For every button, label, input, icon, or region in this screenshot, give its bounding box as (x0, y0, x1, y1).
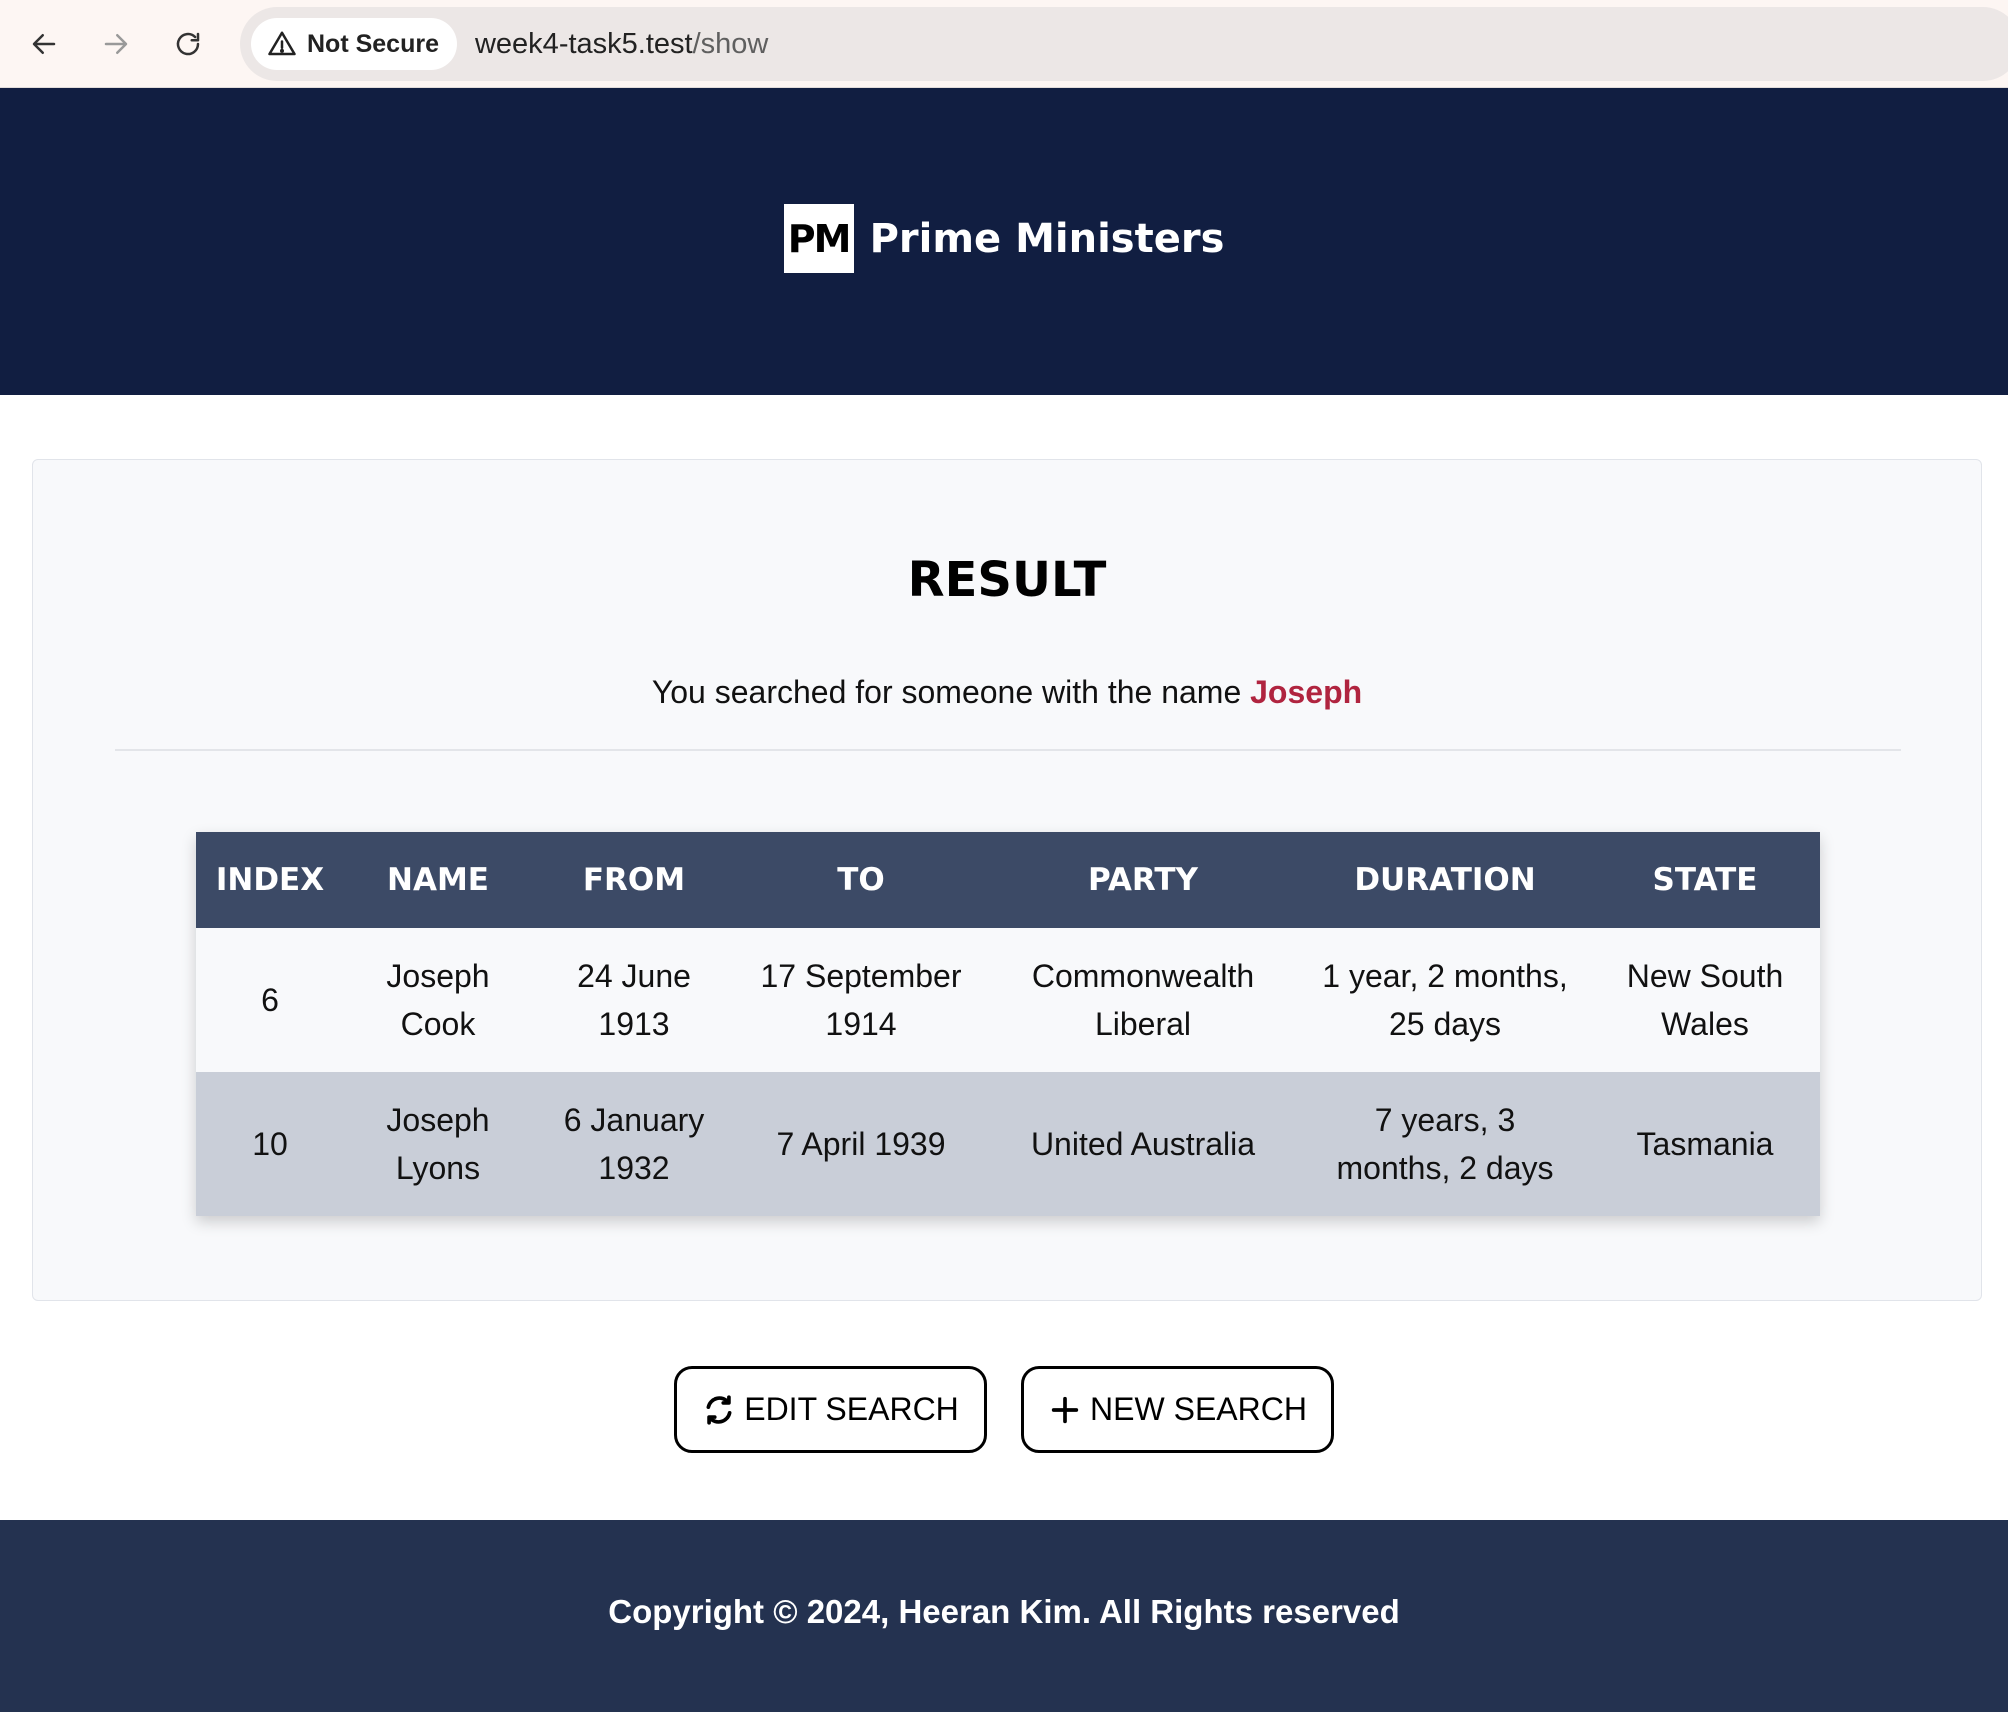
url-path: /show (692, 27, 769, 60)
edit-search-button[interactable]: EDIT SEARCH (674, 1366, 987, 1453)
cell-state: Tasmania (1590, 1072, 1820, 1216)
browser-toolbar: Not Secure week4-task5.test/show (0, 0, 2008, 88)
table-row: 6 Joseph Cook 24 June 1913 17 September … (196, 928, 1820, 1072)
action-buttons: EDIT SEARCH NEW SEARCH (0, 1366, 2008, 1453)
search-term: Joseph (1250, 674, 1363, 710)
edit-search-label: EDIT SEARCH (744, 1391, 959, 1427)
warning-triangle-icon (268, 31, 296, 56)
sync-icon (706, 1394, 732, 1425)
plus-icon (1051, 1396, 1079, 1423)
security-label: Not Secure (307, 29, 439, 58)
new-search-label: NEW SEARCH (1090, 1391, 1307, 1427)
brand-link[interactable]: PM Prime Ministers (783, 204, 1225, 273)
brand-logo: PM (783, 204, 854, 273)
cell-duration: 7 years, 3 months, 2 days (1300, 1072, 1590, 1216)
address-bar[interactable]: Not Secure week4-task5.test/show (240, 7, 2008, 81)
reload-button[interactable] (166, 22, 210, 66)
forward-button[interactable] (94, 22, 138, 66)
cell-to: 7 April 1939 (736, 1072, 986, 1216)
cell-party: United Australia (986, 1072, 1300, 1216)
cell-duration: 1 year, 2 months, 25 days (1300, 928, 1590, 1072)
column-header-from: FROM (532, 832, 736, 928)
table-header-row: INDEX NAME FROM TO PARTY DURATION STATE (196, 832, 1820, 928)
column-header-to: TO (736, 832, 986, 928)
back-button[interactable] (22, 22, 66, 66)
results-table: INDEX NAME FROM TO PARTY DURATION STATE … (196, 832, 1820, 1216)
column-header-name: NAME (344, 832, 532, 928)
column-header-duration: DURATION (1300, 832, 1590, 928)
arrow-left-icon (32, 34, 56, 54)
copyright-text: Copyright © 2024, Heeran Kim. All Rights… (608, 1593, 1400, 1630)
cell-name: Joseph Cook (344, 928, 532, 1072)
cell-from: 6 January 1932 (532, 1072, 736, 1216)
reload-icon (176, 32, 200, 56)
site-footer: Copyright © 2024, Heeran Kim. All Rights… (0, 1520, 2008, 1712)
cell-from: 24 June 1913 (532, 928, 736, 1072)
url-host: week4-task5.test (474, 27, 693, 60)
column-header-state: STATE (1590, 832, 1820, 928)
cell-index: 10 (196, 1072, 344, 1216)
cell-index: 6 (196, 928, 344, 1072)
column-header-index: INDEX (196, 832, 344, 928)
site-header: PM Prime Ministers (0, 88, 2008, 395)
arrow-right-icon (104, 34, 128, 54)
cell-party: Commonwealth Liberal (986, 928, 1300, 1072)
cell-to: 17 September 1914 (736, 928, 986, 1072)
url-text[interactable]: week4-task5.test/show (475, 28, 768, 61)
result-card: RESULT You searched for someone with the… (32, 459, 1982, 1301)
cell-state: New South Wales (1590, 928, 1820, 1072)
security-indicator[interactable]: Not Secure (251, 18, 457, 70)
search-message: You searched for someone with the name J… (33, 674, 1981, 711)
divider (115, 749, 1901, 751)
new-search-button[interactable]: NEW SEARCH (1021, 1366, 1334, 1453)
site-name: Prime Ministers (869, 215, 1225, 262)
cell-name: Joseph Lyons (344, 1072, 532, 1216)
table-row: 10 Joseph Lyons 6 January 1932 7 April 1… (196, 1072, 1820, 1216)
column-header-party: PARTY (986, 832, 1300, 928)
search-message-prefix: You searched for someone with the name (651, 674, 1251, 710)
result-title: RESULT (907, 552, 1107, 608)
